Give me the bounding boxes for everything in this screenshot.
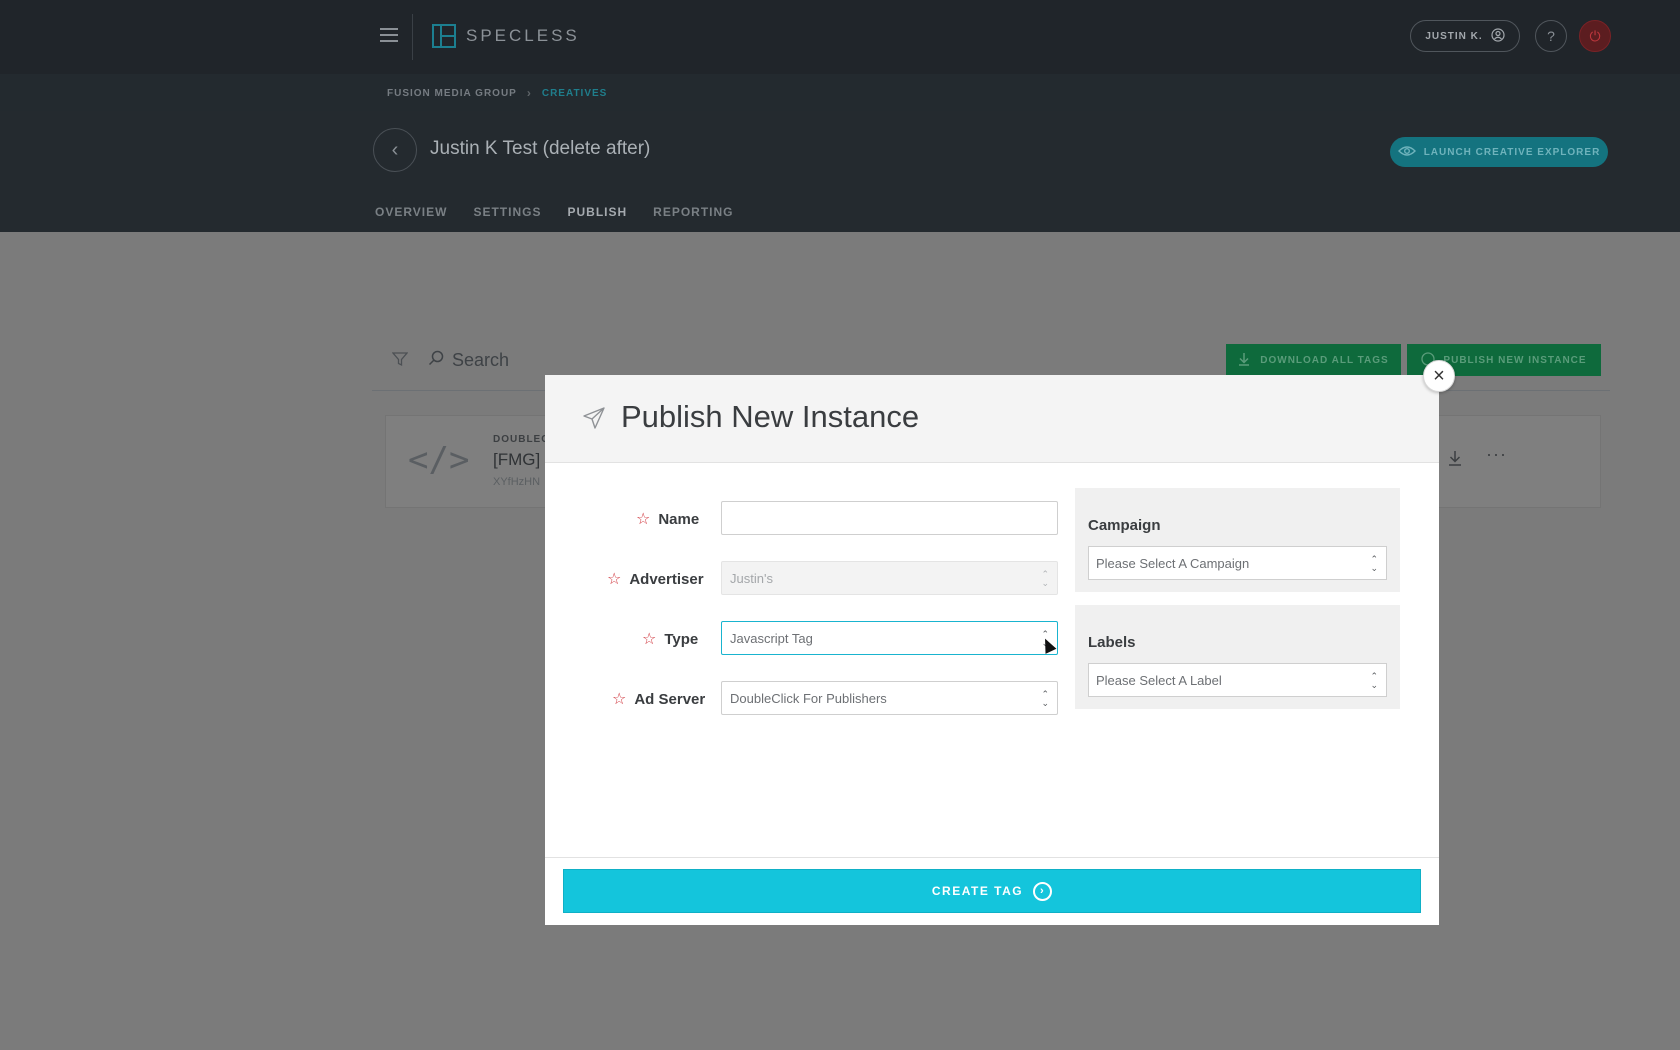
logo[interactable]: SPECLESS xyxy=(432,24,580,48)
close-icon[interactable]: × xyxy=(1423,360,1455,392)
chevron-up-down-icon[interactable]: ⌃ ⌄ xyxy=(1370,555,1378,573)
name-label-text: Name xyxy=(658,510,700,528)
breadcrumb: FUSION MEDIA GROUP › CREATIVES xyxy=(387,86,607,100)
tab-reporting[interactable]: REPORTING xyxy=(653,205,746,229)
required-star-icon: ☆ xyxy=(636,511,651,528)
eye-icon xyxy=(1397,145,1416,160)
advertiser-label-text: Advertiser xyxy=(629,570,704,588)
required-star-icon: ☆ xyxy=(612,691,627,708)
download-icon[interactable] xyxy=(1448,450,1462,471)
instance-name: [FMG] xyxy=(493,450,541,469)
chevron-left-icon: ‹ xyxy=(391,138,399,161)
launch-creative-explorer-button[interactable]: LAUNCH CREATIVE EXPLORER xyxy=(1390,137,1608,167)
chevron-up-down-icon[interactable]: ⌃ ⌄ xyxy=(1370,672,1378,690)
search-icon xyxy=(428,350,444,371)
instance-provider: DOUBLEC xyxy=(493,434,550,445)
name-label: ☆ Name xyxy=(636,509,699,529)
arrow-right-circle-icon: › xyxy=(1033,881,1053,901)
modal-title: Publish New Instance xyxy=(621,399,920,434)
paper-plane-icon xyxy=(583,407,605,435)
type-select[interactable]: Javascript Tag ⌃ ⌄ xyxy=(721,621,1058,655)
modal-footer-divider xyxy=(545,857,1439,858)
user-name: JUSTIN K. xyxy=(1425,30,1483,42)
ad-server-label: ☆ Ad Server xyxy=(612,689,705,709)
more-options-icon[interactable]: ··· xyxy=(1486,444,1507,465)
download-all-tags-button[interactable]: DOWNLOAD ALL TAGS xyxy=(1226,344,1401,376)
advertiser-select: Justin's ⌃ ⌄ xyxy=(721,561,1058,595)
chevron-up-down-icon: ⌃ ⌄ xyxy=(1041,569,1049,588)
labels-placeholder: Please Select A Label xyxy=(1096,672,1222,688)
user-icon xyxy=(1491,27,1505,45)
tab-bar: OVERVIEW SETTINGS PUBLISH REPORTING xyxy=(375,205,760,235)
advertiser-value: Justin's xyxy=(730,570,773,586)
create-tag-button[interactable]: CREATE TAG › xyxy=(563,869,1421,913)
code-icon: </> xyxy=(408,440,470,480)
publish-new-instance-modal: Publish New Instance ☆ Name ☆ Advertiser… xyxy=(545,375,1439,925)
breadcrumb-item-fusion-media-group[interactable]: FUSION MEDIA GROUP xyxy=(387,88,517,99)
campaign-select[interactable]: Please Select A Campaign ⌃ ⌄ xyxy=(1088,546,1387,580)
campaign-panel: Campaign Please Select A Campaign ⌃ ⌄ xyxy=(1075,488,1400,592)
create-tag-label: CREATE TAG xyxy=(931,884,1024,898)
download-icon xyxy=(1238,352,1250,369)
logo-mark-icon xyxy=(432,24,456,48)
modal-header: Publish New Instance xyxy=(545,375,1439,463)
publish-new-instance-label: PUBLISH NEW INSTANCE xyxy=(1443,354,1587,366)
download-all-tags-label: DOWNLOAD ALL TAGS xyxy=(1260,354,1389,366)
advertiser-label: ☆ Advertiser xyxy=(607,569,704,589)
ad-server-select[interactable]: DoubleClick For Publishers ⌃ ⌄ xyxy=(721,681,1058,715)
ad-server-label-text: Ad Server xyxy=(634,690,706,708)
labels-panel: Labels Please Select A Label ⌃ ⌄ xyxy=(1075,605,1400,709)
launch-creative-explorer-label: LAUNCH CREATIVE EXPLORER xyxy=(1423,146,1601,158)
divider xyxy=(412,14,413,60)
page-title: Justin K Test (delete after) xyxy=(430,138,651,159)
power-icon[interactable]: ⏻ xyxy=(1579,20,1611,52)
filter-icon[interactable] xyxy=(391,351,409,372)
tab-settings[interactable]: SETTINGS xyxy=(473,205,554,229)
type-value: Javascript Tag xyxy=(730,630,813,646)
ad-server-value: DoubleClick For Publishers xyxy=(730,690,887,706)
top-navigation-bar: SPECLESS JUSTIN K. ? ⏻ xyxy=(0,0,1680,74)
logo-text: SPECLESS xyxy=(466,26,580,45)
required-star-icon: ☆ xyxy=(607,571,622,588)
help-icon[interactable]: ? xyxy=(1535,20,1567,52)
chevron-right-icon: › xyxy=(526,86,532,100)
labels-select[interactable]: Please Select A Label ⌃ ⌄ xyxy=(1088,663,1387,697)
search-bar[interactable]: Search xyxy=(428,350,509,371)
chevron-up-down-icon[interactable]: ⌃ ⌄ xyxy=(1041,690,1049,708)
back-button[interactable]: ‹ xyxy=(373,128,417,172)
name-input[interactable] xyxy=(721,501,1058,535)
labels-label: Labels xyxy=(1088,634,1136,651)
campaign-label: Campaign xyxy=(1088,517,1161,534)
breadcrumb-bar: FUSION MEDIA GROUP › CREATIVES xyxy=(0,74,1680,111)
breadcrumb-item-creatives[interactable]: CREATIVES xyxy=(542,88,608,99)
type-label-text: Type xyxy=(664,630,699,648)
tab-publish[interactable]: PUBLISH xyxy=(555,205,641,235)
user-menu-button[interactable]: JUSTIN K. xyxy=(1410,20,1520,52)
hamburger-menu-icon[interactable] xyxy=(380,28,398,42)
search-placeholder: Search xyxy=(452,350,510,370)
campaign-placeholder: Please Select A Campaign xyxy=(1096,555,1250,571)
type-label: ☆ Type xyxy=(642,629,698,649)
tab-overview[interactable]: OVERVIEW xyxy=(375,205,460,229)
instance-id: XYfHzHN xyxy=(493,476,541,488)
page-header xyxy=(0,111,1680,232)
required-star-icon: ☆ xyxy=(642,631,657,648)
